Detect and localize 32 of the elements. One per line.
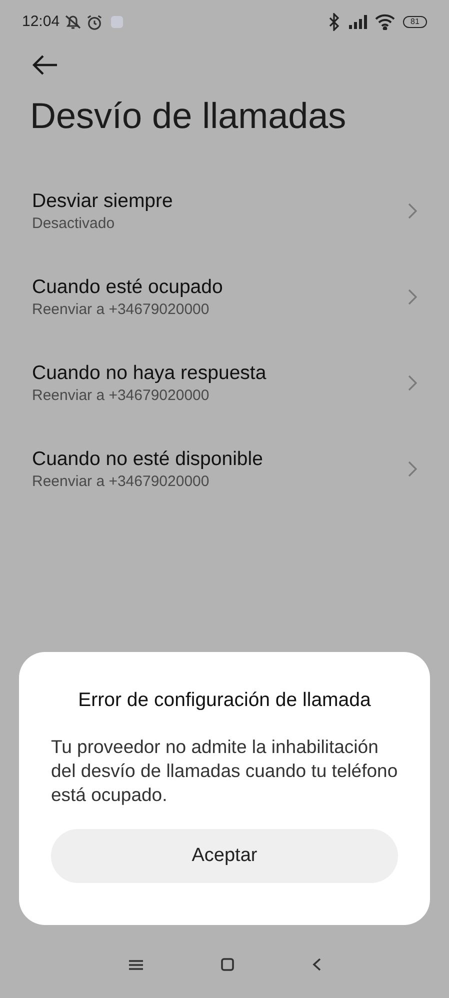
settings-row[interactable]: Cuando esté ocupado Reenviar a +34679020000	[0, 254, 449, 340]
chevron-right-icon	[408, 461, 417, 477]
settings-row[interactable]: Cuando no esté disponible Reenviar a +34679020000	[0, 426, 449, 512]
app-icon	[110, 16, 123, 28]
status-time: 12:04	[22, 12, 60, 32]
bluetooth-icon	[327, 13, 341, 31]
row-subtitle: Reenviar a +34679020000	[32, 386, 210, 406]
row-title: Cuando esté ocupado	[32, 275, 224, 300]
settings-row[interactable]: Cuando no haya respuesta Reenviar a +34679020000	[0, 340, 449, 426]
row-title: Desviar siempre	[32, 189, 174, 214]
row-title: Cuando no haya respuesta	[32, 361, 268, 386]
menu-icon[interactable]	[128, 958, 142, 970]
chevron-right-icon	[408, 203, 417, 219]
muted-bell-icon	[64, 13, 82, 31]
settings-row[interactable]: Desviar siempre Desactivado	[0, 168, 449, 254]
alarm-icon	[86, 14, 103, 30]
back-arrow-icon[interactable]	[32, 54, 58, 76]
signal-icon	[349, 15, 367, 29]
battery-icon: 81	[403, 16, 427, 28]
accept-button[interactable]: Aceptar	[51, 829, 398, 884]
row-subtitle: Desactivado	[32, 214, 116, 234]
chevron-right-icon	[408, 289, 417, 305]
row-subtitle: Reenviar a +34679020000	[32, 300, 210, 320]
wifi-icon	[375, 14, 395, 30]
row-subtitle: Reenviar a +34679020000	[32, 472, 210, 492]
row-title: Cuando no esté disponible	[32, 447, 264, 472]
dialog-message: Tu proveedor no admite la inhabilitación del desvío de llamadas cuando tu teléfono está ocupado.	[51, 735, 398, 808]
back-icon[interactable]	[312, 958, 320, 971]
home-square-icon[interactable]	[220, 958, 234, 971]
page-title: Desvío de llamadas	[30, 98, 348, 134]
dialog-title: Error de configuración de llamada	[77, 688, 372, 713]
chevron-right-icon	[408, 375, 417, 391]
